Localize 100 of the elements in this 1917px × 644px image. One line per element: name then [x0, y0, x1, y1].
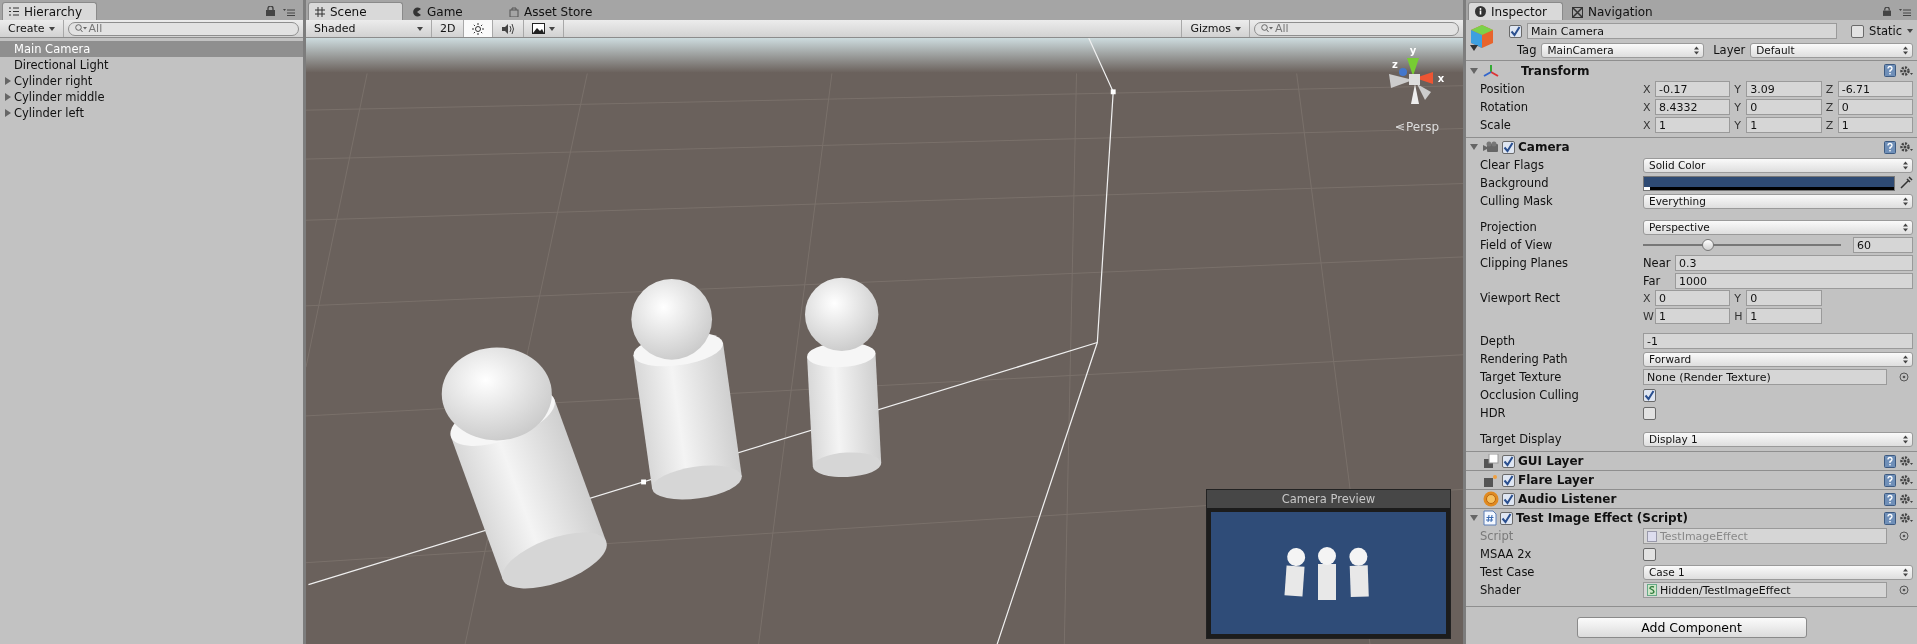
settings-icon[interactable]: [1899, 493, 1913, 505]
slider-thumb[interactable]: [1702, 239, 1715, 251]
color-field[interactable]: [1643, 175, 1895, 191]
expand-arrow-icon[interactable]: [1470, 514, 1478, 522]
number-field[interactable]: 0: [1746, 290, 1822, 306]
number-field[interactable]: 0.3: [1675, 255, 1913, 271]
checkbox[interactable]: [1500, 511, 1513, 525]
checkbox[interactable]: [1502, 140, 1515, 154]
scene-tab[interactable]: Asset Store: [502, 3, 608, 20]
checkbox[interactable]: [1643, 547, 1656, 561]
menu-icon[interactable]: [283, 8, 295, 16]
help-icon[interactable]: [1884, 454, 1896, 468]
checkbox[interactable]: [1502, 454, 1515, 468]
checkbox[interactable]: [1502, 473, 1515, 487]
expand-arrow-icon[interactable]: [1470, 143, 1478, 151]
inspector-tab[interactable]: Inspector: [1468, 2, 1563, 20]
checkbox[interactable]: [1502, 492, 1515, 506]
help-icon[interactable]: [1884, 492, 1896, 506]
hierarchy-item[interactable]: Cylinder left: [0, 105, 303, 121]
number-field[interactable]: -6.71: [1837, 81, 1913, 97]
component-header[interactable]: Camera: [1466, 137, 1917, 156]
number-field[interactable]: 3.09: [1746, 81, 1822, 97]
dropdown[interactable]: Solid Color: [1643, 157, 1913, 173]
lock-icon[interactable]: [266, 6, 275, 16]
number-field[interactable]: 1: [1655, 308, 1731, 324]
lock-icon[interactable]: [1883, 7, 1891, 16]
eyedropper-icon[interactable]: [1899, 176, 1913, 190]
expand-arrow-icon[interactable]: [1470, 66, 1478, 75]
checkbox[interactable]: [1851, 24, 1865, 38]
name-field[interactable]: Main Camera: [1527, 23, 1838, 39]
number-field[interactable]: 1: [1655, 117, 1731, 133]
object-field[interactable]: Hidden/TestImageEffect: [1643, 582, 1887, 598]
script-file-icon: [1483, 510, 1497, 526]
object-picker-icon[interactable]: [1899, 585, 1909, 595]
help-icon[interactable]: [1884, 64, 1896, 77]
settings-icon[interactable]: [1899, 455, 1913, 467]
settings-icon[interactable]: [1899, 141, 1913, 153]
dropdown[interactable]: Case 1: [1643, 564, 1913, 580]
settings-icon[interactable]: [1899, 64, 1913, 77]
number-field[interactable]: 60: [1853, 237, 1913, 253]
number-field[interactable]: 1: [1837, 117, 1913, 133]
number-field[interactable]: 1: [1746, 308, 1822, 324]
projection-label[interactable]: Persp: [1395, 120, 1447, 134]
dropdown[interactable]: Perspective: [1643, 219, 1913, 235]
caret-icon: [549, 26, 556, 31]
number-field[interactable]: 0: [1837, 99, 1913, 115]
component-header[interactable]: Test Image Effect (Script): [1466, 508, 1917, 527]
number-field[interactable]: 1000: [1675, 273, 1913, 289]
orientation-gizmo[interactable]: y x z: [1383, 44, 1447, 106]
caret-icon: [1235, 26, 1241, 31]
component-header[interactable]: Flare Layer: [1466, 470, 1917, 489]
property-label: Background: [1480, 176, 1549, 190]
dropdown[interactable]: Everything: [1643, 193, 1913, 209]
dropdown[interactable]: Display 1: [1643, 431, 1913, 447]
hierarchy-item[interactable]: Cylinder right: [0, 73, 303, 89]
number-field[interactable]: -1: [1643, 333, 1913, 349]
object-picker-icon[interactable]: [1899, 372, 1909, 382]
gizmos-dropdown[interactable]: Gizmos: [1181, 20, 1250, 37]
checkbox[interactable]: [1643, 388, 1656, 402]
shading-dropdown[interactable]: Shaded: [306, 20, 432, 37]
search-field[interactable]: All: [1254, 21, 1459, 36]
caret-icon: [48, 26, 55, 31]
scene-toggle-button[interactable]: [464, 20, 494, 37]
component-title: Flare Layer: [1518, 473, 1595, 487]
checkbox[interactable]: [1643, 406, 1656, 420]
settings-icon[interactable]: [1899, 512, 1913, 524]
scene-tab[interactable]: Scene: [308, 2, 403, 20]
dropdown[interactable]: Forward: [1643, 351, 1913, 367]
settings-icon[interactable]: [1899, 474, 1913, 486]
property-label: Clipping Planes: [1480, 256, 1568, 270]
checkbox[interactable]: [1509, 24, 1522, 38]
object-picker-icon[interactable]: [1899, 531, 1909, 541]
help-icon[interactable]: [1884, 473, 1896, 487]
hierarchy-item[interactable]: Cylinder middle: [0, 89, 303, 105]
component-title: Audio Listener: [1518, 492, 1618, 506]
dropdown-arrows-icon: [1903, 196, 1908, 206]
number-field[interactable]: 0: [1746, 99, 1822, 115]
number-field[interactable]: 8.4332: [1655, 99, 1731, 115]
create-button[interactable]: Create: [0, 20, 64, 37]
speaker-icon: [501, 22, 516, 35]
help-icon[interactable]: [1884, 140, 1896, 154]
tag-dropdown[interactable]: MainCamera: [1541, 42, 1705, 58]
scene-tab[interactable]: Game: [405, 3, 500, 20]
number-field[interactable]: 0: [1655, 290, 1731, 306]
layer-dropdown[interactable]: Default: [1750, 42, 1913, 58]
menu-icon[interactable]: [1899, 8, 1911, 16]
hierarchy-tab[interactable]: Hierarchy: [2, 2, 97, 20]
component-header[interactable]: Audio Listener: [1466, 489, 1917, 508]
number-field[interactable]: -0.17: [1655, 81, 1731, 97]
component-header[interactable]: GUI Layer: [1466, 451, 1917, 470]
inspector-tab[interactable]: Navigation: [1565, 3, 1668, 20]
store-bag-icon: [509, 7, 519, 17]
help-icon[interactable]: [1884, 511, 1896, 525]
number-field[interactable]: 1: [1746, 117, 1822, 133]
object-field[interactable]: None (Render Texture): [1643, 369, 1887, 385]
add-component-button[interactable]: Add Component: [1576, 617, 1807, 638]
component-header[interactable]: Transform: [1466, 61, 1917, 80]
hierarchy-item[interactable]: Directional Light: [0, 57, 303, 73]
search-field[interactable]: All: [67, 21, 299, 36]
shader-file-icon: [1647, 584, 1657, 596]
